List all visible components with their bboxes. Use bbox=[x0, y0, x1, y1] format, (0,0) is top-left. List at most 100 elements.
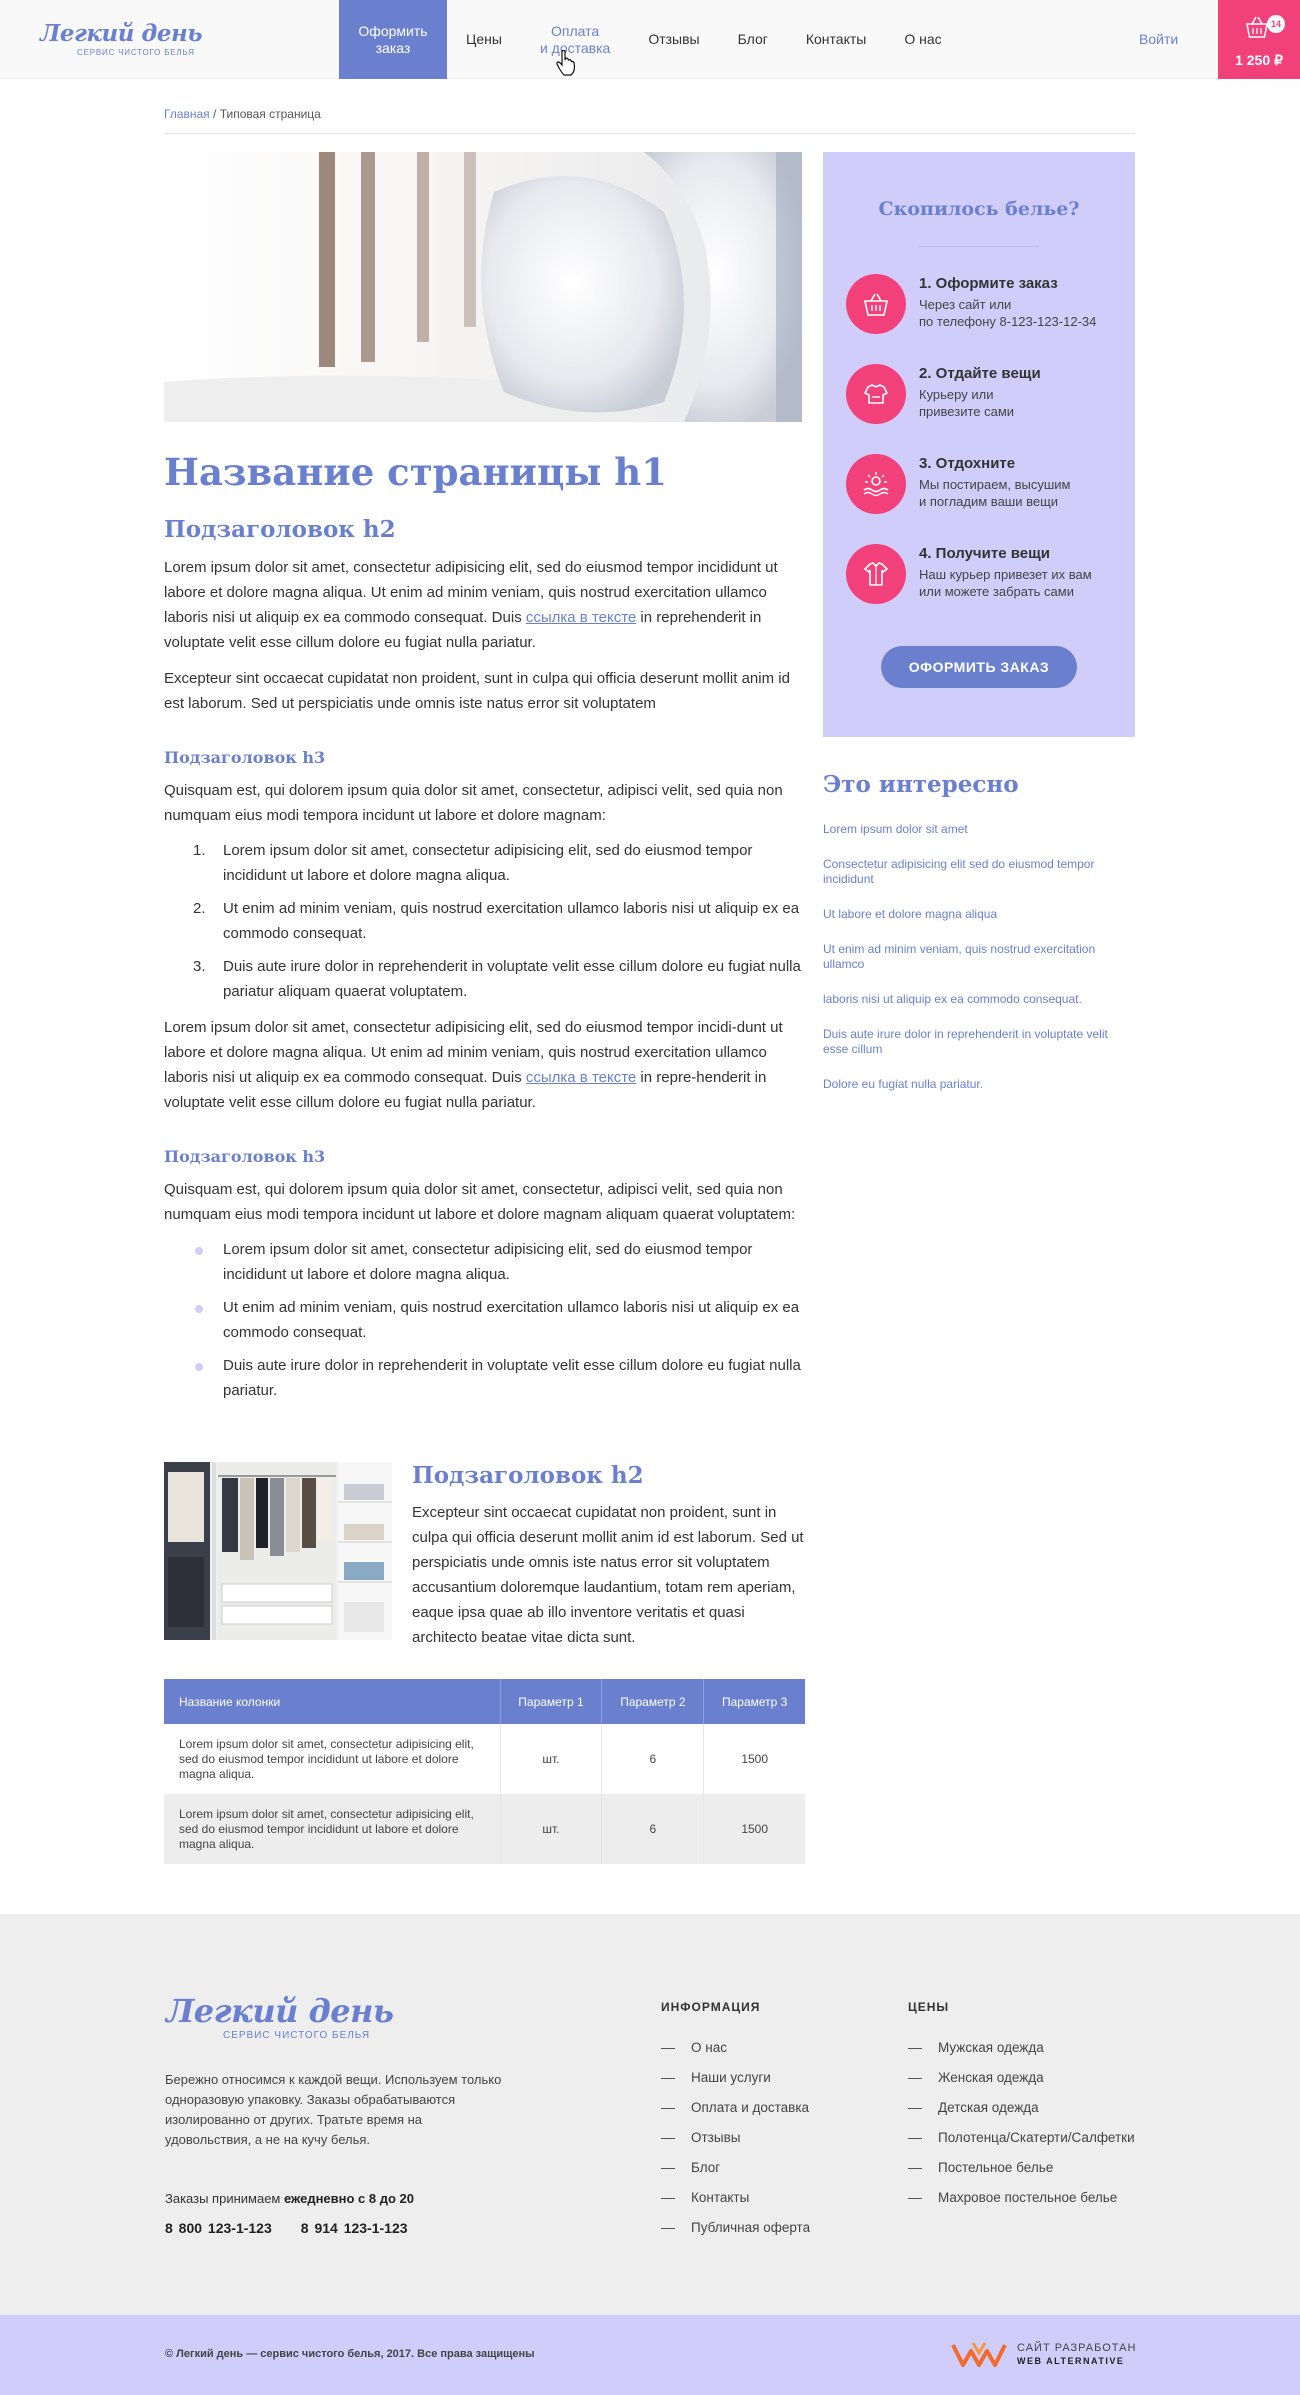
step-title: 4. Получите вещи bbox=[919, 545, 1050, 562]
interest-title: Это интересно bbox=[823, 771, 1019, 798]
footer-link[interactable]: О нас bbox=[661, 2040, 810, 2055]
basket-icon bbox=[1246, 16, 1268, 38]
nav-blog[interactable]: Блог bbox=[719, 0, 787, 79]
developer-line2: WEB ALTERNATIVE bbox=[1017, 2356, 1125, 2366]
table-cell: 6 bbox=[601, 1794, 705, 1864]
interest-link[interactable]: Ut enim ad minim veniam, quis nostrud ex… bbox=[823, 942, 1135, 972]
interest-link[interactable]: laboris nisi ut aliquip ex ea commodo co… bbox=[823, 992, 1135, 1007]
phone-link[interactable]: 8 914 123-1-123 bbox=[301, 2220, 408, 2236]
footer-link[interactable]: Постельное белье bbox=[908, 2160, 1135, 2175]
footer-hours: Заказы принимаем ежедневно с 8 до 20 bbox=[165, 2191, 414, 2206]
hand-cursor-icon bbox=[556, 50, 576, 76]
footer-link[interactable]: Женская одежда bbox=[908, 2070, 1135, 2085]
nav-prices[interactable]: Цены bbox=[447, 0, 521, 79]
text-link[interactable]: ссылка в тексте bbox=[526, 609, 636, 626]
nav-order[interactable]: Оформить заказ bbox=[339, 0, 447, 79]
step-title: 2. Отдайте вещи bbox=[919, 365, 1041, 382]
list-item: 1. Lorem ipsum dolor sit amet, consectetu… bbox=[193, 838, 804, 888]
footer-link[interactable]: Мужская одежда bbox=[908, 2040, 1135, 2055]
table-cell: 1500 bbox=[741, 1752, 769, 1766]
breadcrumb-home[interactable]: Главная bbox=[164, 107, 210, 121]
breadcrumb-separator: / bbox=[209, 107, 220, 121]
header: Легкий день СЕРВИС ЧИСТОГО БЕЛЬЯ Оформит… bbox=[0, 0, 1300, 79]
clothes-icon bbox=[846, 364, 906, 424]
cart-button[interactable]: 14 1 250 ₽ bbox=[1218, 0, 1300, 79]
footer-link[interactable]: Наши услуги bbox=[661, 2070, 810, 2085]
footer-column-title: ИНФОРМАЦИЯ bbox=[661, 2000, 761, 2014]
footer-logo-title: Легкий день bbox=[166, 1992, 394, 2030]
cart-total: 1 250 ₽ bbox=[1235, 52, 1283, 68]
list-item: Duis aute irure dolor in reprehenderit i… bbox=[195, 1353, 804, 1403]
footer-column-title: ЦЕНЫ bbox=[908, 2000, 950, 2014]
order-button[interactable]: ОФОРМИТЬ ЗАКАЗ bbox=[881, 646, 1077, 688]
interest-links: Lorem ipsum dolor sit amet Consectetur a… bbox=[823, 822, 1135, 1112]
steps-divider bbox=[919, 246, 1039, 247]
step-description: Наш курьер привезет их вам или можете за… bbox=[919, 567, 1092, 599]
logo[interactable]: Легкий день СЕРВИС ЧИСТОГО БЕЛЬЯ bbox=[40, 20, 203, 57]
subheading-h2: Подзаголовок h2 bbox=[164, 516, 396, 544]
footer-link[interactable]: Отзывы bbox=[661, 2130, 810, 2145]
steps-title: Скопилось белье? bbox=[878, 198, 1080, 220]
footer-link[interactable]: Контакты bbox=[661, 2190, 810, 2205]
table-row: Lorem ipsum dolor sit amet, consectetur … bbox=[164, 1794, 805, 1864]
table-cell: Lorem ipsum dolor sit amet, consectetur … bbox=[164, 1794, 501, 1864]
table-cell: шт. bbox=[500, 1724, 603, 1794]
nav-payment-delivery[interactable]: Оплата и доставка bbox=[521, 0, 629, 79]
footer-prices-column: ЦЕНЫ Мужская одежда Женская одежда Детск… bbox=[908, 2000, 1135, 2220]
interest-link[interactable]: Lorem ipsum dolor sit amet bbox=[823, 822, 1135, 837]
footer-link[interactable]: Блог bbox=[661, 2160, 810, 2175]
main-content: Название страницы h1 Подзаголовок h2 Lor… bbox=[164, 450, 804, 1411]
main-nav: Оформить заказ Цены Оплата и доставка От… bbox=[339, 0, 961, 79]
developer-line1: САЙТ РАЗРАБОТАН bbox=[1017, 2342, 1137, 2354]
step-item: 4. Получите вещи Наш курьер привезет их … bbox=[846, 544, 1126, 604]
step-title: 1. Оформите заказ bbox=[919, 275, 1058, 292]
paragraph: Quisquam est, qui dolorem ipsum quia dol… bbox=[164, 782, 783, 825]
footer-link[interactable]: Полотенца/Скатерти/Салфетки bbox=[908, 2130, 1135, 2145]
footer: Легкий день СЕРВИС ЧИСТОГО БЕЛЬЯ Бережно… bbox=[0, 1914, 1300, 2315]
phone-link[interactable]: 8 800 123-1-123 bbox=[165, 2220, 272, 2236]
paragraph: Lorem ipsum dolor sit amet, consectetur … bbox=[164, 1019, 783, 1112]
table-header: Параметр 1 bbox=[500, 1679, 603, 1724]
step-item: 1. Оформите заказ Через сайт или по теле… bbox=[846, 274, 1126, 334]
nav-about[interactable]: О нас bbox=[885, 0, 960, 79]
interest-link[interactable]: Duis aute irure dolor in reprehenderit i… bbox=[823, 1027, 1135, 1057]
breadcrumb-current: Типовая страница bbox=[219, 107, 321, 121]
logo-subtitle: СЕРВИС ЧИСТОГО БЕЛЬЯ bbox=[77, 48, 195, 57]
table-cell: Lorem ipsum dolor sit amet, consectetur … bbox=[164, 1724, 501, 1794]
footer-link[interactable]: Махровое постельное белье bbox=[908, 2190, 1135, 2205]
logo-title: Легкий день bbox=[40, 20, 203, 47]
table-row: Lorem ipsum dolor sit amet, consectetur … bbox=[164, 1724, 805, 1794]
nav-contacts[interactable]: Контакты bbox=[787, 0, 885, 79]
footer-link[interactable]: Оплата и доставка bbox=[661, 2100, 810, 2115]
relax-icon bbox=[846, 454, 906, 514]
login-link[interactable]: Войти bbox=[1139, 31, 1178, 47]
footer-link[interactable]: Публичная оферта bbox=[661, 2220, 810, 2235]
list-item: 3. Duis aute irure dolor in reprehenderit… bbox=[193, 954, 804, 1004]
text-link[interactable]: ссылка в тексте bbox=[526, 1069, 636, 1086]
list-item: Ut enim ad minim veniam, quis nostrud ex… bbox=[195, 1295, 804, 1345]
wardrobe-image bbox=[164, 1462, 392, 1640]
interest-link[interactable]: Consectetur adipisicing elit sed do eius… bbox=[823, 857, 1135, 887]
breadcrumb-divider bbox=[164, 133, 1135, 134]
bullet-icon bbox=[195, 1305, 203, 1314]
ordered-list: 1. Lorem ipsum dolor sit amet, consectetu… bbox=[164, 838, 804, 1004]
table-cell: 1500 bbox=[703, 1794, 805, 1864]
page-title: Название страницы h1 bbox=[164, 450, 667, 494]
copyright: © Легкий день — сервис чистого белья, 20… bbox=[165, 2348, 535, 2360]
step-description: Мы постираем, высушим и погладим ваши ве… bbox=[919, 477, 1071, 509]
interest-link[interactable]: Dolore eu fugiat nulla pariatur. bbox=[823, 1077, 1135, 1092]
footer-logo[interactable]: Легкий день СЕРВИС ЧИСТОГО БЕЛЬЯ bbox=[166, 1995, 394, 2041]
table-header: Параметр 3 bbox=[703, 1679, 805, 1724]
footer-link[interactable]: Детская одежда bbox=[908, 2100, 1135, 2115]
nav-reviews[interactable]: Отзывы bbox=[629, 0, 718, 79]
step-item: 3. Отдохните Мы постираем, высушим и пог… bbox=[846, 454, 1126, 514]
table-header: Название колонки bbox=[164, 1679, 501, 1724]
table-cell: шт. bbox=[500, 1794, 603, 1864]
interest-link[interactable]: Ut labore et dolore magna aliqua bbox=[823, 907, 1135, 922]
media-block: Подзаголовок h2 Excepteur sint occaecat … bbox=[164, 1462, 804, 1646]
list-number: 1. bbox=[193, 842, 206, 860]
subheading-h3: Подзаголовок h3 bbox=[164, 747, 326, 767]
media-text: Подзаголовок h2 Excepteur sint occaecat … bbox=[412, 1462, 806, 1650]
step-description: Через сайт или по телефону 8-123-123-12-… bbox=[919, 297, 1097, 329]
step-item: 2. Отдайте вещи Курьеру или привезите са… bbox=[846, 364, 1126, 424]
